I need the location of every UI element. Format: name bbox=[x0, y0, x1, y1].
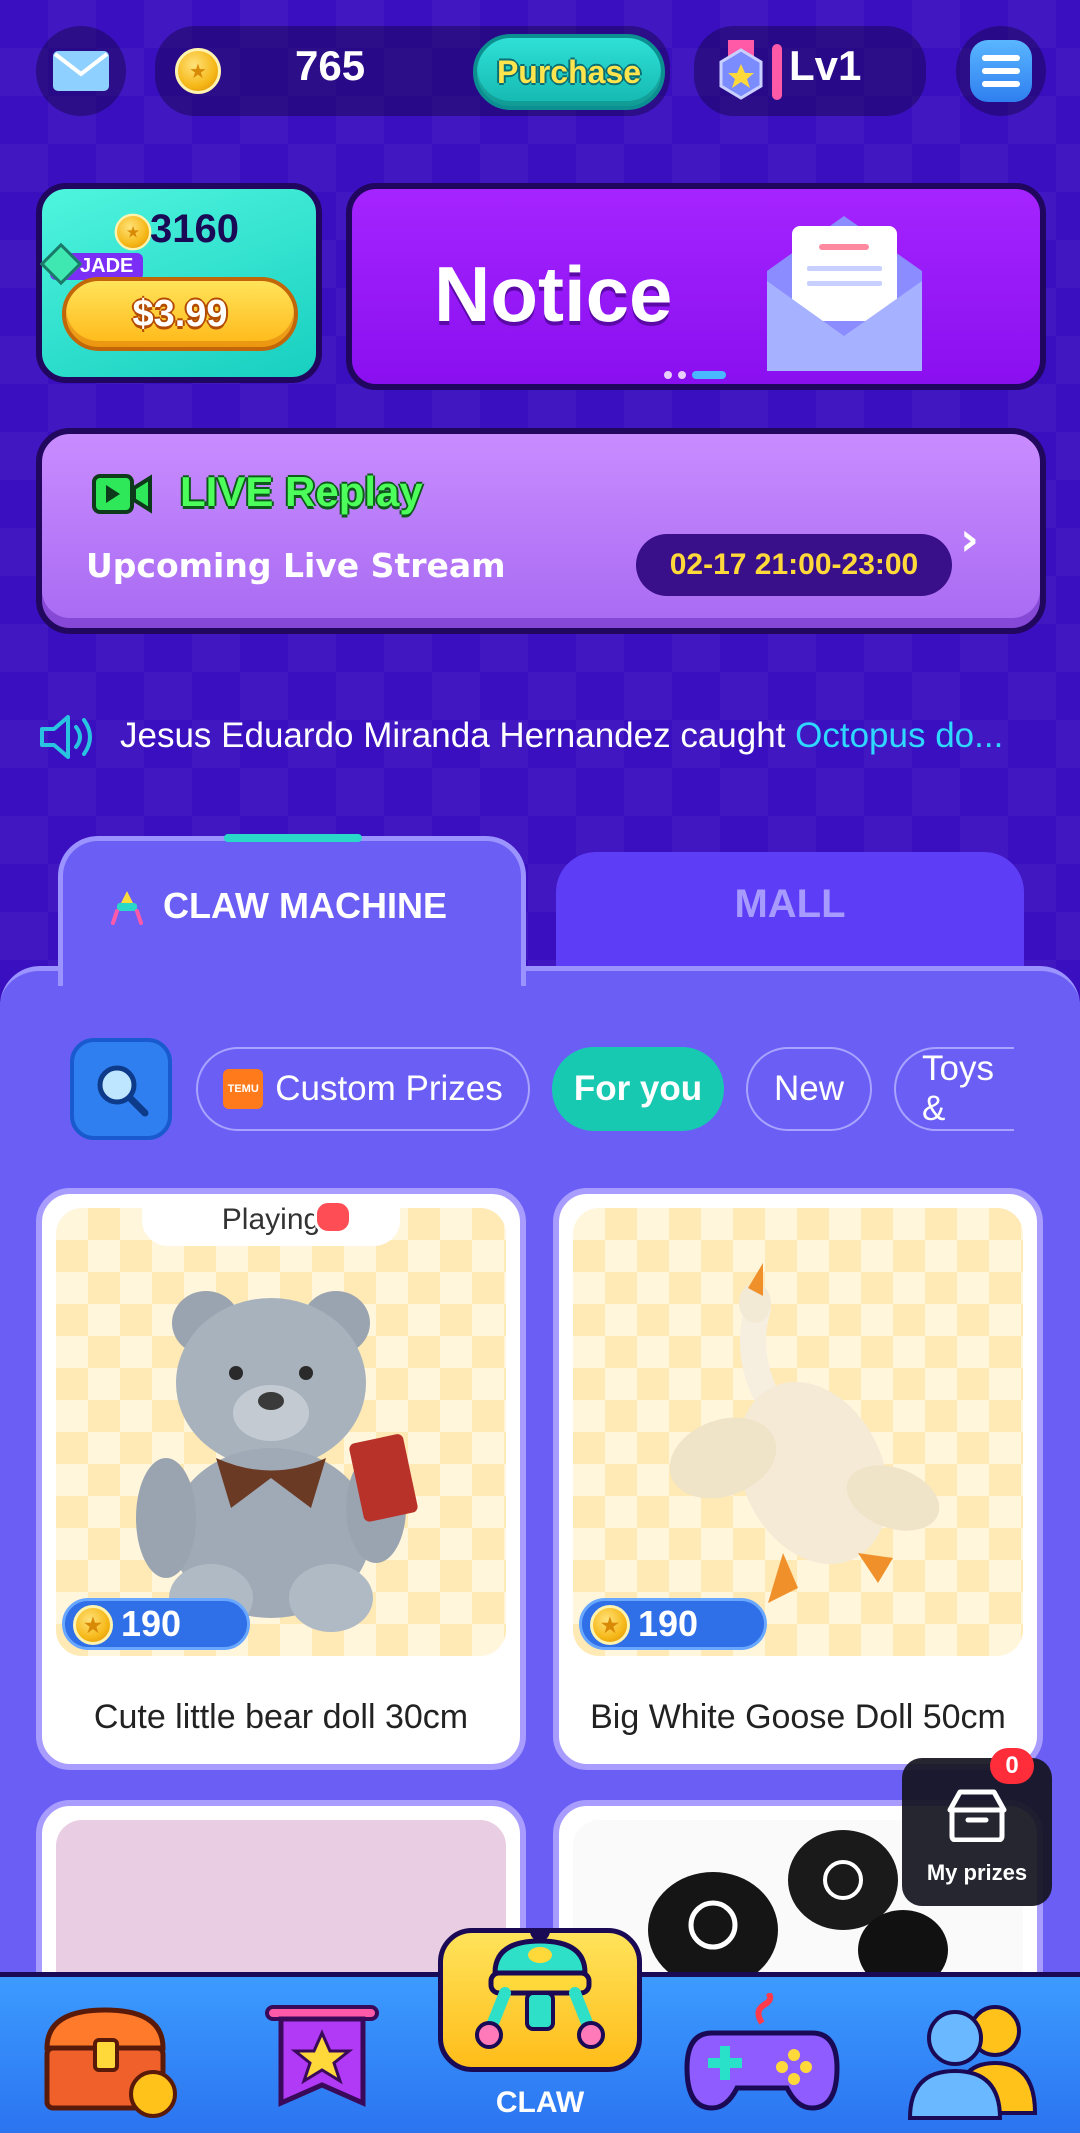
level-label: Lv1 bbox=[789, 42, 862, 89]
notice-banner[interactable]: Notice bbox=[346, 183, 1046, 390]
coin-icon: ★ bbox=[114, 213, 152, 251]
coin-offer-card[interactable]: ★ 3160 JADE $3.99 bbox=[36, 183, 322, 383]
my-prizes-label: My prizes bbox=[926, 1860, 1028, 1885]
my-prizes-button[interactable]: 0 My prizes bbox=[902, 1748, 1052, 1906]
ticker-prize: Octopus do... bbox=[795, 716, 1004, 755]
nav-claw-label: CLAW bbox=[495, 2086, 585, 2119]
chevron-right-icon[interactable]: › bbox=[960, 512, 979, 566]
coin-balance-bar: ★ 765 Purchase bbox=[155, 26, 670, 116]
purchase-button[interactable]: Purchase bbox=[473, 34, 665, 110]
white-goose-image bbox=[669, 1263, 940, 1603]
price-tag: ★ 190 bbox=[62, 1598, 250, 1650]
video-camera-icon bbox=[92, 474, 152, 514]
mail-icon bbox=[53, 51, 109, 91]
claw-playing-icon bbox=[314, 1200, 352, 1234]
menu-button[interactable] bbox=[956, 26, 1046, 116]
tab-claw-machine-label: CLAW MACHINE bbox=[163, 885, 447, 926]
product-image bbox=[56, 1208, 506, 1656]
product-price: 190 bbox=[638, 1603, 699, 1644]
tab-claw-machine[interactable]: CLAW MACHINE bbox=[58, 836, 526, 986]
treasure-chest-icon bbox=[44, 2006, 177, 2118]
level-progress-bar bbox=[772, 44, 782, 100]
live-replay-title: LIVE Replay bbox=[180, 468, 423, 515]
friends-icon bbox=[907, 2004, 1038, 2120]
list-menu-icon bbox=[970, 40, 1032, 102]
offer-price-button[interactable]: $3.99 bbox=[62, 277, 298, 351]
search-button[interactable] bbox=[70, 1038, 172, 1140]
coin-icon: ★ bbox=[175, 48, 221, 94]
notice-title: Notice bbox=[434, 250, 673, 338]
envelope-icon bbox=[767, 216, 922, 371]
live-subtitle: Upcoming Live Stream bbox=[86, 546, 506, 585]
price-tag: ★ 190 bbox=[579, 1598, 767, 1650]
claw-machine-icon bbox=[475, 1933, 605, 2049]
filter-chip-for-you[interactable]: For you bbox=[552, 1047, 724, 1131]
speaker-icon bbox=[40, 715, 92, 759]
product-image bbox=[573, 1208, 1023, 1656]
product-card[interactable]: ★ 190 Big White Goose Doll 50cm bbox=[553, 1188, 1043, 1770]
ticker-text: Jesus Eduardo Miranda Hernandez caught bbox=[120, 716, 796, 755]
offer-coin-amount: 3160 bbox=[150, 207, 239, 251]
gamepad-icon bbox=[684, 1992, 840, 2111]
filter-chip-label: Custom Prizes bbox=[275, 1069, 503, 1108]
product-price: 190 bbox=[121, 1603, 182, 1644]
mail-button[interactable] bbox=[36, 26, 126, 116]
carousel-dot bbox=[664, 371, 672, 379]
filter-chip-toys[interactable]: Toys & bbox=[894, 1047, 1014, 1131]
coin-icon: ★ bbox=[73, 1605, 113, 1645]
product-card[interactable]: Playing ★ 190 Cute little bear doll 30cm bbox=[36, 1188, 526, 1770]
nav-claw[interactable] bbox=[438, 1928, 642, 2072]
playing-status-tag: Playing bbox=[142, 1194, 400, 1246]
level-display[interactable]: Lv1 bbox=[694, 26, 926, 116]
product-title: Big White Goose Doll 50cm bbox=[590, 1698, 1006, 1736]
prize-count-badge: 0 bbox=[990, 1748, 1034, 1784]
winner-ticker: Jesus Eduardo Miranda Hernandez caught O… bbox=[120, 716, 1040, 756]
product-title: Cute little bear doll 30cm bbox=[93, 1698, 469, 1736]
star-banner-icon bbox=[265, 2004, 379, 2107]
nav-treasure-chest[interactable] bbox=[20, 1977, 200, 2133]
coin-icon: ★ bbox=[590, 1605, 630, 1645]
tab-mall-label: MALL bbox=[734, 882, 846, 926]
live-time-badge: 02-17 21:00-23:00 bbox=[636, 534, 952, 596]
active-tab-indicator bbox=[224, 834, 362, 842]
temu-logo-icon: TEMU bbox=[223, 1069, 264, 1109]
live-replay-card[interactable]: LIVE Replay Upcoming Live Stream 02-17 2… bbox=[36, 428, 1046, 634]
filter-chip-custom-prizes[interactable]: TEMU Custom Prizes bbox=[196, 1047, 530, 1131]
nav-friends[interactable] bbox=[880, 1977, 1060, 2133]
playing-label: Playing bbox=[221, 1203, 321, 1236]
nav-rewards-banner[interactable] bbox=[232, 1977, 412, 2133]
tab-mall[interactable]: MALL bbox=[556, 852, 1024, 982]
carousel-dot bbox=[678, 371, 686, 379]
claw-machine-icon bbox=[111, 891, 143, 925]
filter-chip-new[interactable]: New bbox=[746, 1047, 872, 1131]
teddy-bear-image bbox=[136, 1291, 418, 1632]
carousel-dots bbox=[664, 371, 726, 379]
prize-box-icon bbox=[947, 1789, 1007, 1842]
search-icon bbox=[97, 1065, 149, 1117]
coin-balance: 765 bbox=[295, 42, 366, 89]
carousel-dot-active bbox=[692, 371, 726, 379]
level-badge-icon bbox=[719, 40, 763, 100]
nav-games[interactable] bbox=[672, 1977, 852, 2133]
